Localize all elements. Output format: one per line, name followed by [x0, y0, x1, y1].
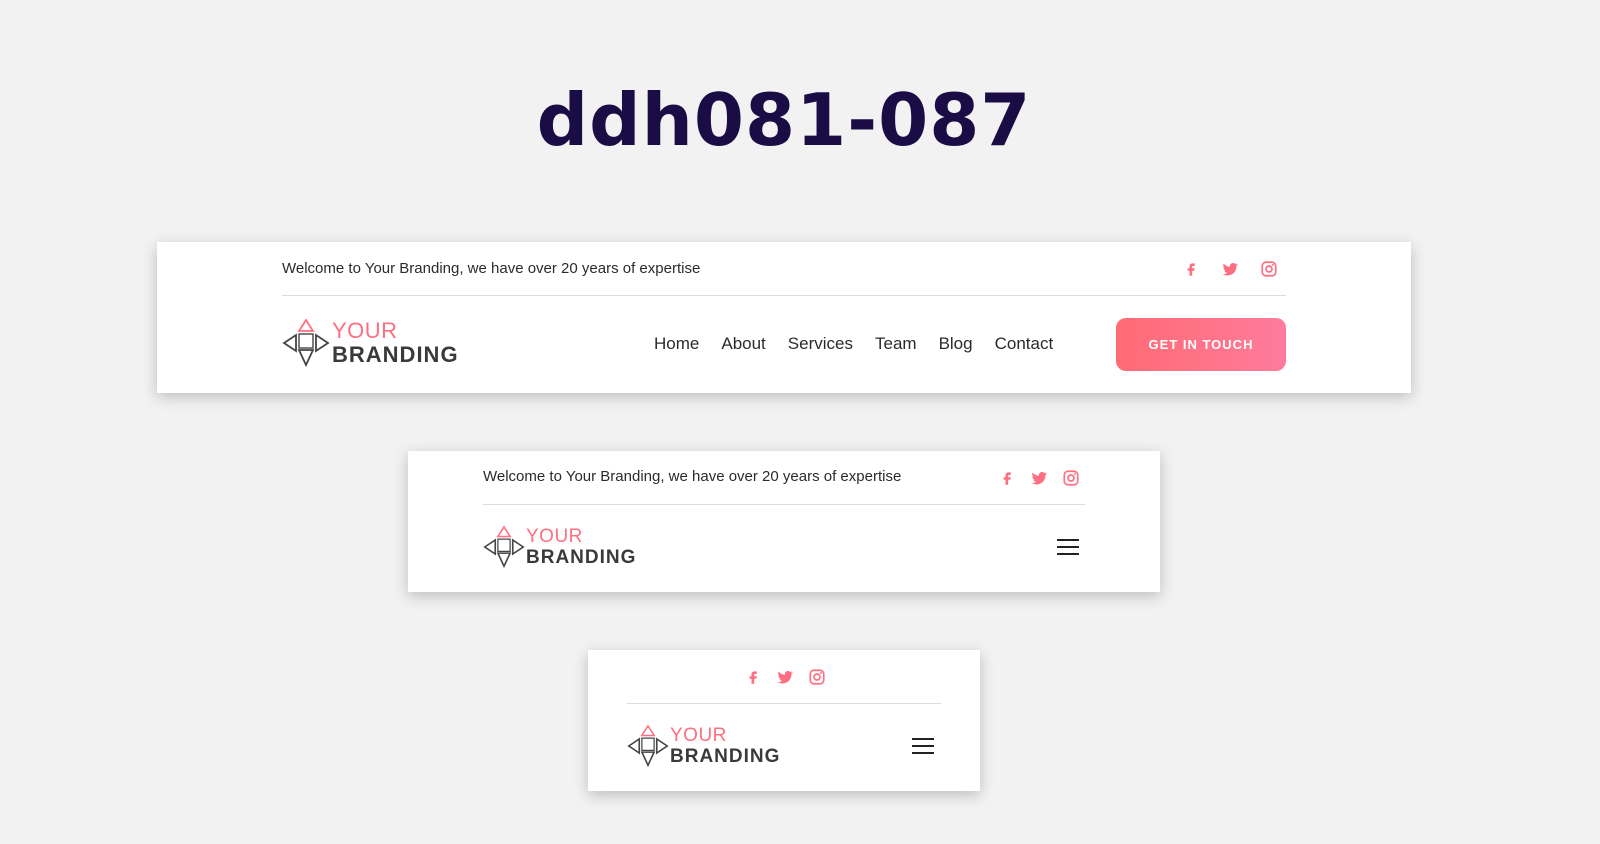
nav-team[interactable]: Team: [875, 334, 917, 354]
mobile-header-preview: YOUR BRANDING: [588, 650, 980, 791]
logo-line-your: YOUR: [526, 526, 583, 547]
twitter-icon[interactable]: [1220, 259, 1240, 279]
facebook-icon[interactable]: [743, 667, 763, 687]
logo-mark-icon: [282, 318, 330, 368]
brand-logo[interactable]: YOUR BRANDING: [627, 724, 780, 768]
twitter-icon[interactable]: [775, 667, 795, 687]
brand-logo[interactable]: YOUR BRANDING: [483, 525, 636, 569]
nav-services[interactable]: Services: [788, 334, 853, 354]
get-in-touch-button[interactable]: GET IN TOUCH: [1116, 318, 1286, 371]
logo-line-branding: BRANDING: [670, 746, 781, 767]
social-links: [997, 468, 1081, 488]
nav-home[interactable]: Home: [654, 334, 699, 354]
instagram-icon[interactable]: [1259, 259, 1279, 279]
tablet-header-preview: Welcome to Your Branding, we have over 2…: [408, 451, 1160, 592]
logo-line-branding: BRANDING: [332, 342, 459, 367]
desktop-header-preview: Welcome to Your Branding, we have over 2…: [157, 242, 1411, 393]
welcome-text: Welcome to Your Branding, we have over 2…: [483, 468, 902, 485]
hamburger-menu-icon[interactable]: [912, 738, 934, 754]
hamburger-menu-icon[interactable]: [1057, 539, 1079, 555]
logo-mark-icon: [483, 525, 525, 569]
nav-about[interactable]: About: [721, 334, 765, 354]
twitter-icon[interactable]: [1029, 468, 1049, 488]
logo-line-your: YOUR: [332, 318, 398, 343]
social-links: [1181, 259, 1279, 279]
social-links: [743, 667, 827, 687]
main-nav: Home About Services Team Blog Contact: [654, 334, 1053, 354]
logo-line-branding: BRANDING: [526, 547, 637, 568]
logo-line-your: YOUR: [670, 725, 727, 746]
instagram-icon[interactable]: [1061, 468, 1081, 488]
logo-mark-icon: [627, 724, 669, 768]
instagram-icon[interactable]: [807, 667, 827, 687]
nav-blog[interactable]: Blog: [939, 334, 973, 354]
page-title: ddh081-087: [536, 78, 1032, 162]
nav-contact[interactable]: Contact: [995, 334, 1054, 354]
facebook-icon[interactable]: [997, 468, 1017, 488]
divider: [483, 504, 1085, 505]
facebook-icon[interactable]: [1181, 259, 1201, 279]
welcome-text: Welcome to Your Branding, we have over 2…: [282, 260, 701, 277]
divider: [627, 703, 941, 704]
brand-logo[interactable]: YOUR BRANDING: [282, 318, 459, 368]
divider: [282, 295, 1286, 296]
